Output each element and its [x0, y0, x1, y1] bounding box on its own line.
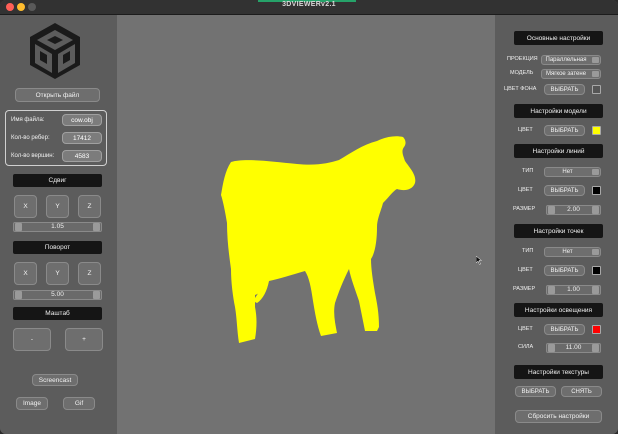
- model-color-label: ЦВЕТ: [518, 127, 533, 133]
- lighting-strength-slider[interactable]: 11.00: [546, 343, 601, 353]
- points-type-label: ТИП: [522, 248, 534, 254]
- shading-select[interactable]: Мягкое затене: [541, 69, 601, 79]
- projection-value: Параллельная: [545, 57, 587, 63]
- points-settings-header: Настройки точек: [514, 224, 603, 238]
- reset-settings-button[interactable]: Сбросить настройки: [515, 410, 602, 423]
- title-bar: 3DVIEWERv2.1: [0, 0, 618, 15]
- points-type-value: Нет: [562, 249, 573, 255]
- filename-value: cow.obj: [62, 114, 102, 126]
- lighting-color-button[interactable]: ВЫБРАТЬ: [544, 324, 585, 335]
- points-type-select[interactable]: Нет: [544, 247, 601, 257]
- edges-value: 17412: [62, 132, 102, 144]
- lines-size-value: 2.00: [567, 206, 580, 213]
- basic-settings-header: Основные настройки: [514, 31, 603, 45]
- lines-size-label: РАЗМЕР: [513, 206, 536, 212]
- scale-header: Маштаб: [13, 307, 102, 320]
- scale-minus-button[interactable]: -: [13, 328, 51, 351]
- mouse-cursor-icon: [476, 256, 482, 265]
- move-slider[interactable]: 1.05: [13, 222, 102, 232]
- move-value: 1.05: [51, 223, 64, 230]
- vertices-label: Кол-во вершин:: [11, 153, 55, 159]
- rotate-slider[interactable]: 5.00: [13, 290, 102, 300]
- rotate-x-button[interactable]: X: [14, 262, 37, 285]
- points-type-arrow-icon: [592, 249, 599, 255]
- right-panel: Основные настройки ПРОЕКЦИЯ Параллельная…: [495, 15, 618, 434]
- move-z-button[interactable]: Z: [78, 195, 101, 218]
- rotate-value: 5.00: [51, 291, 64, 298]
- move-header: Сдвиг: [13, 174, 102, 187]
- points-size-label: РАЗМЕР: [513, 286, 536, 292]
- texture-choose-button[interactable]: ВЫБРАТЬ: [515, 386, 556, 397]
- points-color-label: ЦВЕТ: [518, 267, 533, 273]
- left-panel: Открыть файл Имя файла: cow.obj Кол-во р…: [0, 15, 117, 434]
- lighting-strength-label: СИЛА: [518, 344, 534, 350]
- projection-arrow-icon: [592, 57, 599, 63]
- vertices-value: 4583: [62, 150, 102, 162]
- points-color-button[interactable]: ВЫБРАТЬ: [544, 265, 585, 276]
- points-size-slider[interactable]: 1.00: [546, 285, 601, 295]
- bg-color-swatch: [592, 85, 601, 94]
- texture-remove-button[interactable]: СНЯТЬ: [561, 386, 602, 397]
- move-x-button[interactable]: X: [14, 195, 37, 218]
- app-window: 3DVIEWERv2.1 Открыть файл Имя файла: cow…: [0, 0, 618, 434]
- projection-select[interactable]: Параллельная: [541, 55, 601, 65]
- model-label: МОДЕЛЬ: [510, 70, 534, 76]
- projection-label: ПРОЕКЦИЯ: [507, 56, 538, 62]
- edges-label: Кол-во ребер:: [11, 135, 50, 141]
- window-title: 3DVIEWERv2.1: [282, 1, 336, 8]
- model-color-button[interactable]: ВЫБРАТЬ: [544, 125, 585, 136]
- cube-logo-icon: [30, 23, 80, 79]
- file-info-box: Имя файла: cow.obj Кол-во ребер: 17412 К…: [5, 110, 107, 166]
- filename-label: Имя файла:: [11, 117, 45, 123]
- image-button[interactable]: Image: [16, 397, 48, 410]
- screencast-button[interactable]: Screencast: [32, 374, 78, 386]
- cow-model: [221, 136, 416, 343]
- rotate-y-button[interactable]: Y: [46, 262, 69, 285]
- gif-button[interactable]: Gif: [63, 397, 95, 410]
- rotate-z-button[interactable]: Z: [78, 262, 101, 285]
- model-color-swatch: [592, 126, 601, 135]
- lines-type-arrow-icon: [592, 169, 599, 175]
- rotate-header: Поворот: [13, 241, 102, 254]
- lines-type-label: ТИП: [522, 168, 534, 174]
- bg-color-label: ЦВЕТ ФОНА: [504, 86, 537, 92]
- lines-size-slider[interactable]: 2.00: [546, 205, 601, 215]
- lines-color-swatch: [592, 186, 601, 195]
- lines-color-label: ЦВЕТ: [518, 187, 533, 193]
- shading-value: Мягкое затене: [545, 71, 587, 77]
- lines-type-value: Нет: [562, 169, 573, 175]
- lighting-settings-header: Настройки освещения: [514, 303, 603, 317]
- lines-color-button[interactable]: ВЫБРАТЬ: [544, 185, 585, 196]
- lighting-strength-value: 11.00: [565, 344, 582, 351]
- open-file-button[interactable]: Открыть файл: [15, 88, 100, 102]
- texture-settings-header: Настройки текстуры: [514, 365, 603, 379]
- model-settings-header: Настройки модели: [514, 104, 603, 118]
- 3d-viewport[interactable]: [117, 15, 495, 434]
- lighting-color-swatch: [592, 325, 601, 334]
- points-color-swatch: [592, 266, 601, 275]
- lighting-color-label: ЦВЕТ: [518, 326, 533, 332]
- points-size-value: 1.00: [567, 286, 580, 293]
- move-y-button[interactable]: Y: [46, 195, 69, 218]
- scale-plus-button[interactable]: +: [65, 328, 103, 351]
- shading-arrow-icon: [592, 71, 599, 77]
- bg-color-button[interactable]: ВЫБРАТЬ: [544, 84, 585, 95]
- lines-settings-header: Настройки линий: [514, 144, 603, 158]
- lines-type-select[interactable]: Нет: [544, 167, 601, 177]
